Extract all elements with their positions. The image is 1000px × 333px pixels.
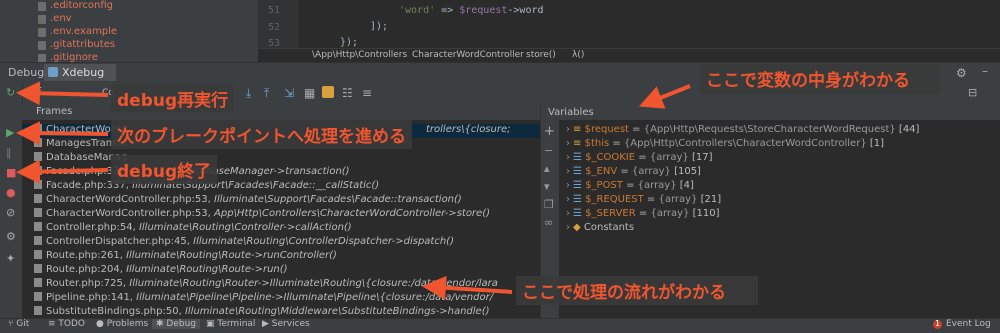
arrow-to-variables	[638, 84, 691, 109]
arrow-to-rerun	[16, 81, 109, 106]
annotation-arrows	[16, 81, 691, 300]
arrow-to-stop	[16, 159, 109, 184]
arrow-to-resume	[16, 121, 109, 146]
arrow-to-frames	[422, 275, 513, 300]
